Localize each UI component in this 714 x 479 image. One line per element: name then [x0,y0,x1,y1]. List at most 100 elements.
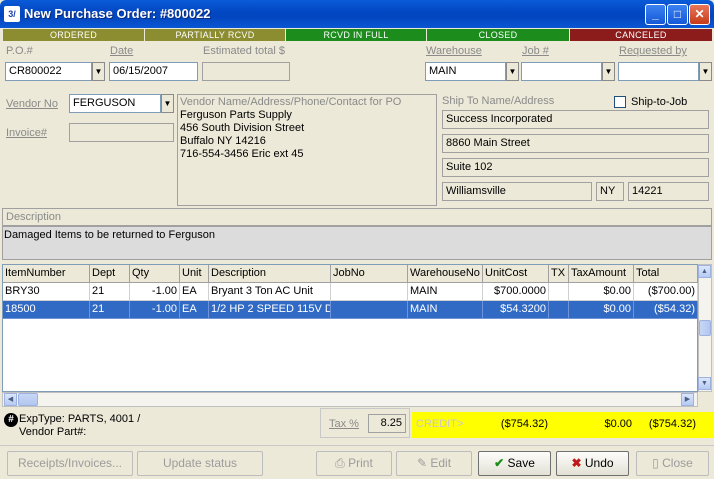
credit-tax: $0.00 [604,418,632,430]
scroll-right-button[interactable]: ▶ [681,393,694,406]
cell-unit-cost[interactable]: $54.3200 [483,301,549,319]
grid-horizontal-scrollbar[interactable] [2,392,698,407]
cell-item-number[interactable]: BRY30 [3,283,90,301]
checkmark-icon: ✔ [494,456,505,470]
col-unit[interactable]: Unit [180,265,209,283]
cell-job-no[interactable] [331,301,408,319]
date-field[interactable]: 06/15/2007 [109,62,198,81]
col-tx[interactable]: TX [549,265,569,283]
edit-button[interactable]: ✎ Edit [396,451,472,476]
cell-tx[interactable] [549,283,569,301]
print-button[interactable]: ⎙ Print [316,451,392,476]
edit-icon: ✎ [416,456,428,470]
save-button-label: Save [507,456,535,470]
credit-label: CREDIT> [416,418,464,430]
cell-warehouse-no[interactable]: MAIN [408,301,483,319]
receipts-invoices-button[interactable]: Receipts/Invoices... [7,451,133,476]
grid-body: ItemNumber Dept Qty Unit Description Job… [3,265,698,391]
close-window-button[interactable]: ✕ [689,4,710,25]
scroll-down-button[interactable]: ▼ [698,377,711,390]
status-canceled: CANCELED [570,29,712,41]
undo-button-label: Undo [584,456,614,470]
scroll-up-button[interactable]: ▲ [698,265,711,278]
col-warehouse-no[interactable]: WarehouseNo [408,265,483,283]
cell-unit[interactable]: EA [180,283,209,301]
ship-to-address1-field[interactable]: 8860 Main Street [442,134,709,153]
requested-by-field[interactable] [618,62,699,81]
cell-total[interactable]: ($54.32) [634,301,698,319]
cell-qty[interactable]: -1.00 [130,301,180,319]
vertical-scroll-thumb[interactable] [699,320,711,336]
update-status-button[interactable]: Update status [137,451,263,476]
job-field[interactable] [521,62,602,81]
ship-to-label: Ship To Name/Address [442,95,555,107]
save-button[interactable]: ✔ Save [478,451,551,476]
col-total[interactable]: Total [634,265,698,283]
divider [0,445,714,446]
table-row-selected[interactable]: 18500 21 -1.00 EA 1/2 HP 2 SPEED 115V DI… [3,301,698,319]
cell-dept[interactable]: 21 [90,301,130,319]
col-unit-cost[interactable]: UnitCost [483,265,549,283]
col-description[interactable]: Description [209,265,331,283]
cell-dept[interactable]: 21 [90,283,130,301]
ship-to-zip-field[interactable]: 14221 [628,182,709,201]
po-dropdown-button[interactable]: ▼ [92,62,105,81]
cell-item-number[interactable]: 18500 [3,301,90,319]
arrow-down-icon: ▼ [701,380,708,387]
ship-to-name-field[interactable]: Success Incorporated [442,110,709,129]
vendor-address-label: Vendor Name/Address/Phone/Contact for PO [180,96,402,108]
ship-to-city-field[interactable]: Williamsville [442,182,592,201]
vendor-no-field[interactable]: FERGUSON [69,94,161,113]
cell-qty[interactable]: -1.00 [130,283,180,301]
chevron-down-icon: ▼ [701,67,710,76]
table-row[interactable]: BRY30 21 -1.00 EA Bryant 3 Ton AC Unit M… [3,283,698,301]
status-rcvd-in-full: RCVD IN FULL [286,29,426,41]
arrow-right-icon: ▶ [684,396,691,403]
cell-unit[interactable]: EA [180,301,209,319]
col-dept[interactable]: Dept [90,265,130,283]
close-button[interactable]: ▯ Close [636,451,709,476]
po-label: P.O.# [6,45,33,57]
vendor-address-line: Ferguson Parts Supply [180,109,292,121]
tax-percent-field[interactable]: 8.25 [368,414,406,433]
col-job-no[interactable]: JobNo [331,265,408,283]
cell-description[interactable]: 1/2 HP 2 SPEED 115V DI [209,301,331,319]
undo-button[interactable]: ✖ Undo [556,451,629,476]
invoice-label: Invoice# [6,127,47,139]
x-icon: ✖ [571,456,582,470]
ship-to-state-field[interactable]: NY [596,182,624,201]
cell-job-no[interactable] [331,283,408,301]
horizontal-scroll-thumb[interactable] [18,393,38,406]
cell-description[interactable]: Bryant 3 Ton AC Unit [209,283,331,301]
maximize-button[interactable]: □ [667,4,688,25]
minimize-button[interactable]: _ [645,4,666,25]
requested-by-dropdown-button[interactable]: ▼ [699,62,712,81]
cell-total[interactable]: ($700.00) [634,283,698,301]
status-ordered: ORDERED [3,29,144,41]
cell-warehouse-no[interactable]: MAIN [408,283,483,301]
tax-label: Tax % [329,418,359,430]
po-number-field[interactable]: CR800022 [5,62,92,81]
warehouse-dropdown-button[interactable]: ▼ [506,62,519,81]
ship-to-address2-field[interactable]: Suite 102 [442,158,709,177]
vendor-address-line: 716-554-3456 Eric ext 45 [180,148,304,160]
hash-icon: # [4,413,18,427]
col-qty[interactable]: Qty [130,265,180,283]
cell-tax-amount[interactable]: $0.00 [569,301,634,319]
warehouse-field[interactable]: MAIN [425,62,506,81]
col-tax-amount[interactable]: TaxAmount [569,265,634,283]
description-label: Description [6,211,62,223]
scroll-left-button[interactable]: ◀ [4,393,17,406]
invoice-field[interactable] [69,123,174,142]
cell-tx[interactable] [549,301,569,319]
vendor-address-line: Buffalo NY 14216 [180,135,266,147]
date-label: Date [110,45,134,57]
vendor-dropdown-button[interactable]: ▼ [161,94,174,113]
col-item-number[interactable]: ItemNumber [3,265,90,283]
ship-to-job-checkbox[interactable] [614,96,626,108]
app-icon: 3/ [4,6,20,22]
cell-unit-cost[interactable]: $700.0000 [483,283,549,301]
edit-button-label: Edit [430,456,452,470]
job-dropdown-button[interactable]: ▼ [602,62,615,81]
cell-tax-amount[interactable]: $0.00 [569,283,634,301]
